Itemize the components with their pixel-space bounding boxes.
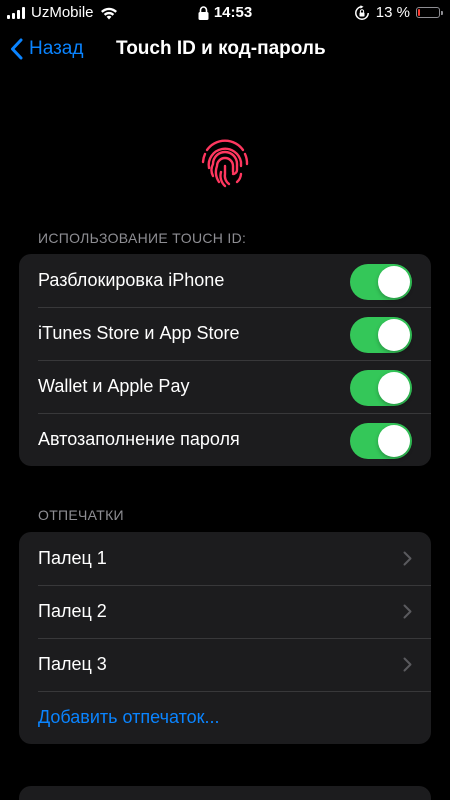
add-fingerprint-row[interactable]: Добавить отпечаток...	[19, 691, 431, 744]
toggle-row-password-autofill: Автозаполнение пароля	[19, 413, 431, 466]
fingerprint-row-1[interactable]: Палец 1	[19, 532, 431, 585]
battery-percent: 13 %	[375, 4, 410, 21]
touch-id-group: Разблокировка iPhone iTunes Store и App …	[19, 254, 431, 466]
chevron-right-icon	[403, 604, 412, 619]
back-label: Назад	[29, 38, 84, 59]
status-bar: UzMobile 14:53 13 %	[0, 0, 450, 28]
row-label: Палец 1	[38, 548, 107, 568]
toggle-row-unlock-iphone: Разблокировка iPhone	[19, 254, 431, 307]
toggle-knob	[378, 266, 410, 298]
row-label: iTunes Store и App Store	[38, 323, 240, 343]
chevron-right-icon	[403, 551, 412, 566]
toggle-row-wallet-apple-pay: Wallet и Apple Pay	[19, 360, 431, 413]
toggle-row-itunes-app-store: iTunes Store и App Store	[19, 307, 431, 360]
row-label: Wallet и Apple Pay	[38, 376, 190, 396]
toggle-knob	[378, 425, 410, 457]
fingerprints-group: Палец 1 Палец 2 Палец 3 Добавить отпечат…	[19, 532, 431, 744]
fingerprints-section-header: ОТПЕЧАТКИ	[38, 507, 124, 523]
back-button[interactable]: Назад	[10, 38, 83, 60]
add-fingerprint-link[interactable]: Добавить отпечаток...	[38, 707, 220, 728]
fingerprint-row-3[interactable]: Палец 3	[19, 638, 431, 691]
nav-bar: Назад Touch ID и код-пароль	[0, 28, 450, 72]
row-label: Разблокировка iPhone	[38, 270, 225, 290]
touch-id-section-header: ИСПОЛЬЗОВАНИЕ TOUCH ID:	[38, 230, 247, 246]
lock-icon	[198, 5, 209, 20]
row-label: Палец 3	[38, 654, 107, 674]
battery-icon	[416, 7, 443, 18]
itunes-app-store-toggle[interactable]	[350, 317, 412, 353]
rotation-lock-icon	[354, 4, 369, 20]
password-autofill-toggle[interactable]	[350, 423, 412, 459]
wallet-apple-pay-toggle[interactable]	[350, 370, 412, 406]
status-right: 13 %	[354, 4, 443, 21]
battery-fill	[418, 9, 420, 16]
row-label: Автозаполнение пароля	[38, 429, 240, 449]
toggle-knob	[378, 319, 410, 351]
settings-screen: UzMobile 14:53 13 % Назад Touch ID и код…	[0, 0, 450, 800]
fingerprint-icon	[201, 139, 249, 188]
unlock-iphone-toggle[interactable]	[350, 264, 412, 300]
toggle-knob	[378, 372, 410, 404]
fingerprint-row-2[interactable]: Палец 2	[19, 585, 431, 638]
chevron-left-icon	[11, 38, 23, 60]
chevron-right-icon	[403, 657, 412, 672]
next-settings-group	[19, 786, 431, 800]
status-time: 14:53	[213, 4, 253, 21]
page-title: Touch ID и код-пароль	[116, 38, 326, 59]
row-label: Палец 2	[38, 601, 107, 621]
